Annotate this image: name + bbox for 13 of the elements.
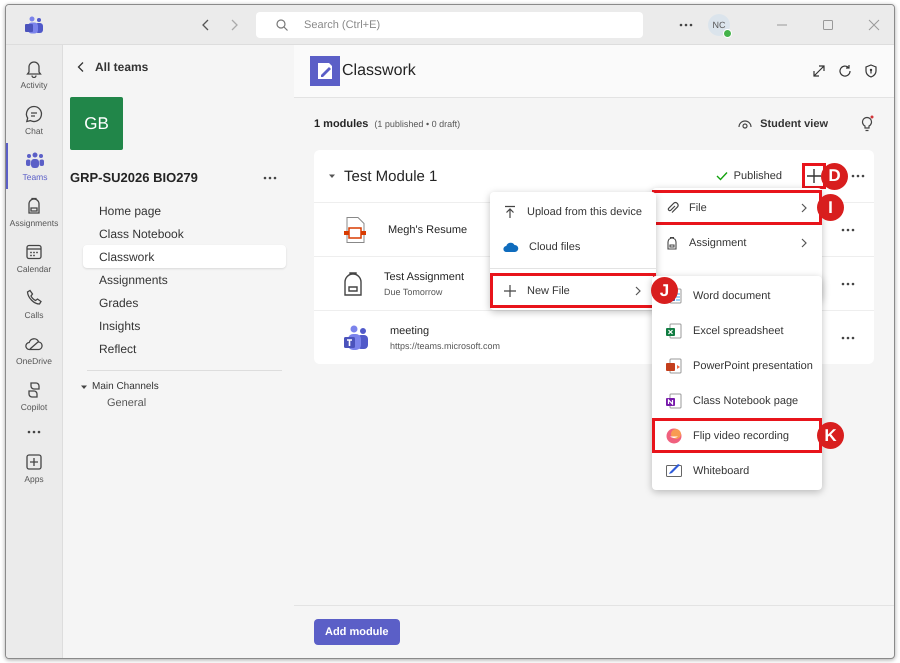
module-summary: (1 published • 0 draft) bbox=[374, 119, 460, 129]
team-tile: GB bbox=[70, 97, 123, 150]
item-subtitle: Due Tomorrow bbox=[384, 286, 444, 296]
module-title: Test Module 1 bbox=[344, 168, 438, 184]
item-subtitle: https://teams.microsoft.com bbox=[390, 340, 500, 350]
item-title: meeting bbox=[390, 324, 430, 336]
item-title: Test Assignment bbox=[384, 270, 464, 282]
callout-badge: D bbox=[821, 162, 848, 190]
team-name: GRP-SU2026 BIO279 bbox=[70, 170, 198, 185]
module-count: 1 modules bbox=[314, 118, 368, 130]
item-title: Megh's Resume bbox=[388, 224, 468, 236]
status-label: Published bbox=[716, 170, 782, 182]
page-title: Classwork bbox=[342, 62, 416, 80]
